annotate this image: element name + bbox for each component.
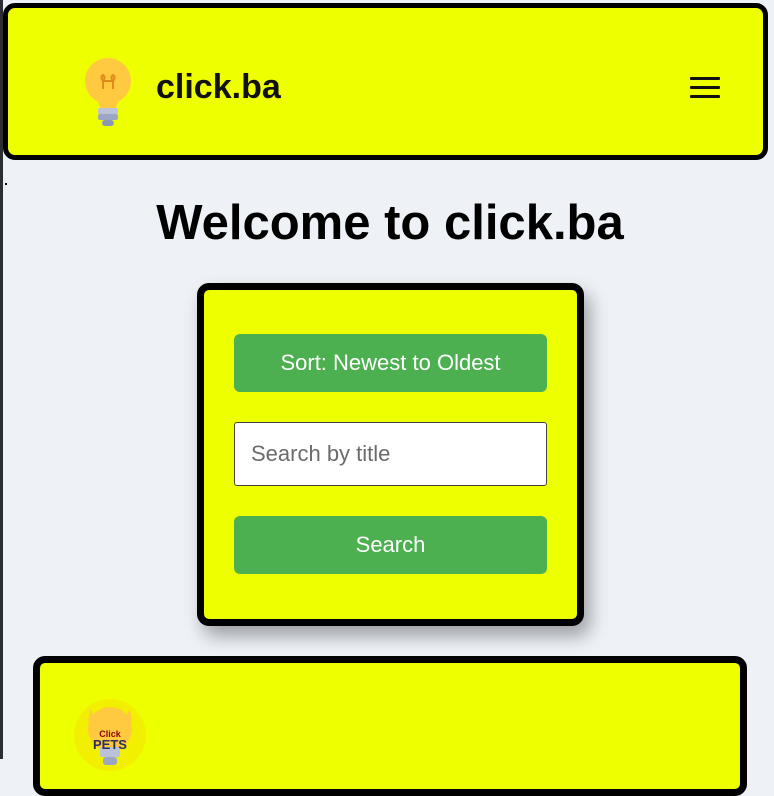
post-card[interactable]: Click PETS [33, 656, 747, 796]
lightbulb-icon [85, 58, 131, 126]
click-pets-logo-icon: Click PETS [74, 699, 146, 771]
stray-dot [5, 183, 7, 185]
search-input[interactable] [234, 422, 547, 486]
sort-button[interactable]: Sort: Newest to Oldest [234, 334, 547, 392]
brand-name[interactable]: click.ba [156, 68, 281, 107]
menu-line [690, 86, 720, 89]
hamburger-menu-icon[interactable] [690, 74, 720, 104]
search-button[interactable]: Search [234, 516, 547, 574]
svg-text:PETS: PETS [93, 737, 127, 752]
menu-line [690, 95, 720, 98]
menu-line [690, 77, 720, 80]
navbar: click.ba [3, 3, 768, 160]
page-title: Welcome to click.ba [156, 196, 624, 250]
filter-card: Sort: Newest to Oldest Search [197, 283, 584, 626]
